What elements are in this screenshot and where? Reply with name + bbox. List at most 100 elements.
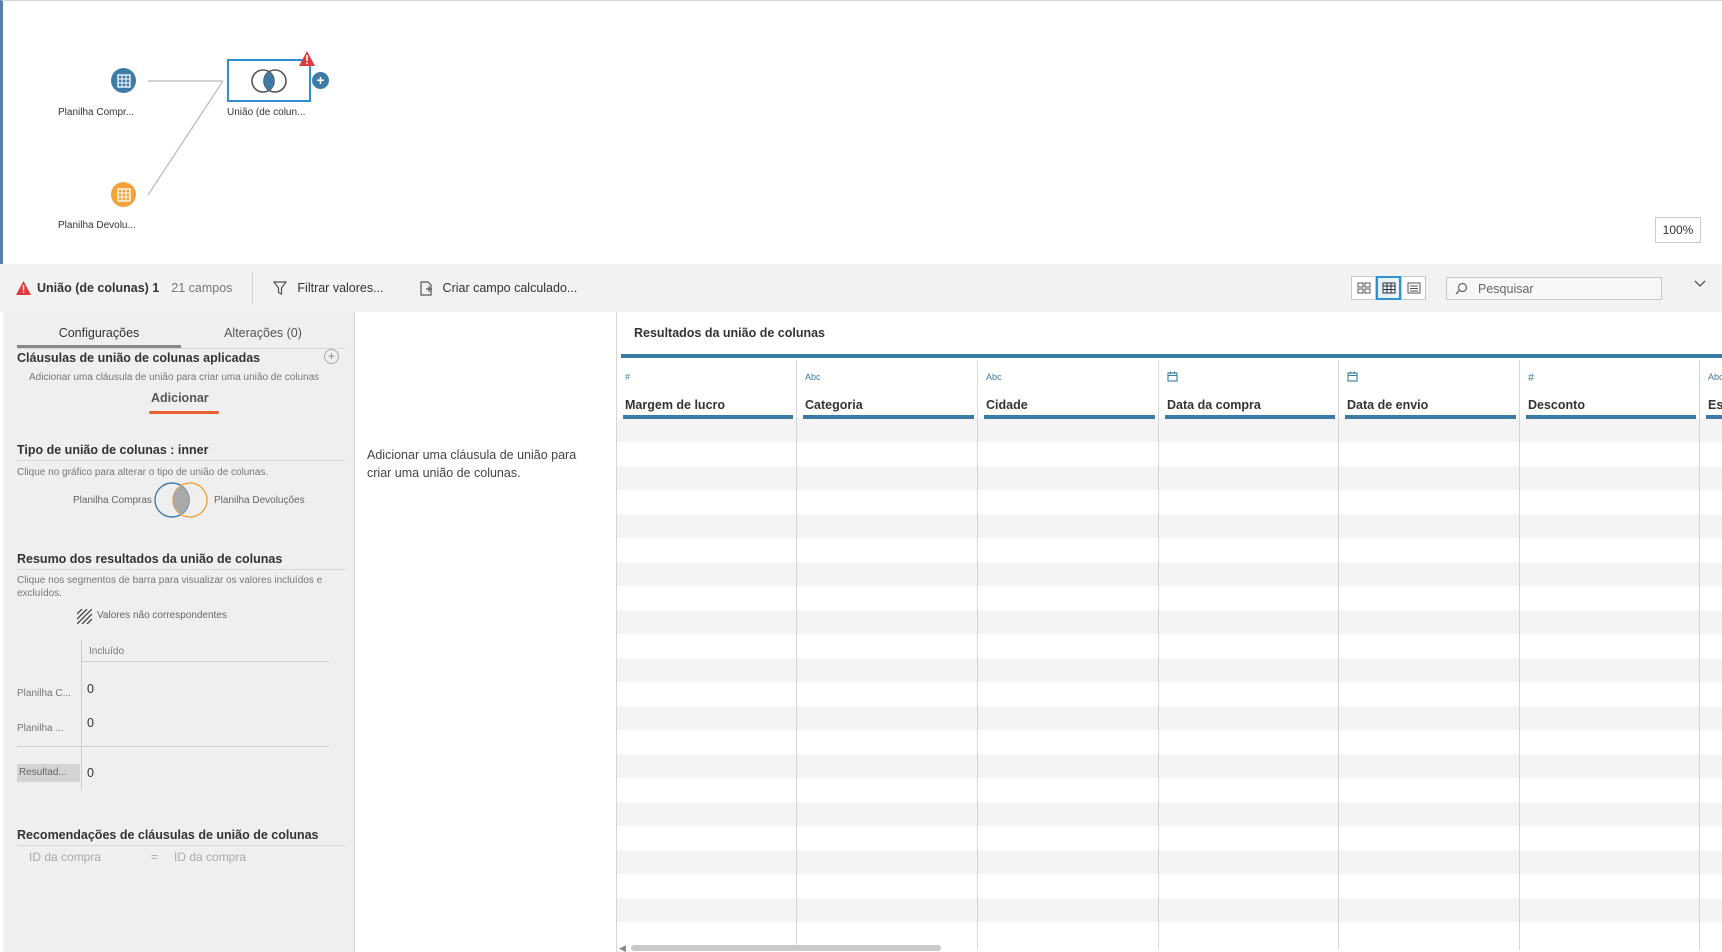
filter-values-label: Filtrar valores... — [297, 281, 384, 295]
join-venn-icon — [251, 68, 287, 93]
step-title[interactable]: União (de colunas) 1 — [37, 281, 159, 295]
unmatched-legend-label: Valores não correspondentes — [97, 610, 227, 621]
input-node-compras[interactable] — [111, 68, 136, 93]
tabs-divider — [17, 348, 345, 349]
zoom-level[interactable]: 100% — [1655, 217, 1701, 243]
column-bar[interactable] — [1526, 415, 1696, 419]
included-header: Incluído — [89, 646, 125, 657]
join-type-title: Tipo de união de colunas : inner — [17, 443, 209, 457]
toolbar-divider — [252, 272, 254, 304]
join-type-divider — [17, 460, 345, 461]
column-data-de-envio[interactable]: Data de envio — [1339, 360, 1520, 950]
view-profile-button[interactable] — [1351, 276, 1376, 300]
column-header[interactable]: Est — [1708, 398, 1722, 412]
chevron-down-icon[interactable] — [1694, 280, 1706, 288]
column-cidade[interactable]: Abc Cidade — [978, 360, 1159, 950]
number-type-icon: # — [1528, 372, 1535, 384]
column-bar[interactable] — [1345, 415, 1516, 419]
column-header[interactable]: Data da compra — [1167, 398, 1261, 412]
flow-canvas[interactable]: Planilha Compr... Planilha Devolu... + U… — [0, 0, 1722, 264]
step-title-group: União (de colunas) 1 — [16, 281, 159, 295]
column-data-da-compra[interactable]: Data da compra — [1159, 360, 1339, 950]
number-type-icon: # — [625, 372, 631, 382]
string-type-icon: Abc — [986, 372, 1002, 382]
list-view-icon — [1407, 282, 1420, 294]
result-row-label: Resultad... — [17, 764, 80, 782]
filter-values-button[interactable]: Filtrar valores... — [273, 280, 384, 296]
recommendation-right-field[interactable]: ID da compra — [174, 850, 246, 864]
column-est[interactable]: Abc Est — [1700, 360, 1722, 950]
join-type-hint: Clique no gráfico para alterar o tipo de… — [17, 467, 269, 478]
add-clause-link[interactable]: Adicionar — [151, 391, 209, 405]
summary-hint: Clique nos segmentos de barra para visua… — [17, 575, 323, 599]
search-input[interactable]: Pesquisar — [1446, 277, 1662, 300]
summary-title: Resumo dos resultados da união de coluna… — [17, 552, 283, 566]
view-table-button[interactable] — [1376, 276, 1401, 300]
summary-row-value[interactable]: 0 — [87, 682, 94, 696]
horizontal-scrollbar[interactable] — [631, 945, 941, 951]
warning-icon — [299, 51, 315, 66]
recommendations-title: Recomendações de cláusulas de união de c… — [17, 828, 319, 842]
summary-grid-axis — [81, 640, 82, 790]
column-bar[interactable] — [803, 415, 974, 419]
settings-tabs: Configurações Alterações (0) — [17, 318, 345, 348]
venn-left-label: Planilha Compras — [73, 495, 152, 506]
column-header[interactable]: Cidade — [986, 398, 1028, 412]
join-node-label[interactable]: União (de colun... — [227, 107, 305, 118]
column-bar[interactable] — [1706, 415, 1722, 419]
summary-row-value[interactable]: 0 — [87, 716, 94, 730]
column-bar[interactable] — [623, 415, 793, 419]
create-calculated-field-button[interactable]: Criar campo calculado... — [419, 280, 578, 296]
create-calculated-field-label: Criar campo calculado... — [442, 281, 578, 295]
column-categoria[interactable]: Abc Categoria — [797, 360, 978, 950]
add-clause-underline — [149, 411, 219, 414]
input-node-devolucoes[interactable] — [111, 182, 136, 207]
table-icon — [116, 73, 131, 88]
profile-view-icon — [1357, 282, 1370, 294]
column-header[interactable]: Data de envio — [1347, 398, 1428, 412]
search-icon — [1455, 282, 1468, 295]
summary-grid-header-line — [81, 661, 329, 662]
calendar-icon — [1167, 371, 1178, 382]
tab-configuracoes[interactable]: Configurações — [17, 318, 181, 348]
column-header[interactable]: Margem de lucro — [625, 398, 725, 412]
string-type-icon: Abc — [1708, 372, 1722, 382]
warning-icon — [16, 281, 31, 295]
table-view-icon — [1382, 282, 1395, 294]
column-desconto[interactable]: # Desconto — [1520, 360, 1700, 950]
input-node-compras-label[interactable]: Planilha Compr... — [58, 107, 134, 118]
venn-right-label: Planilha Devoluções — [214, 495, 305, 506]
column-bar[interactable] — [984, 415, 1155, 419]
add-clause-button[interactable]: + — [324, 349, 339, 364]
recommendation-operator: = — [151, 850, 159, 864]
recommendation-left-field[interactable]: ID da compra — [29, 850, 101, 864]
results-summary-bar[interactable] — [621, 354, 1722, 358]
column-header[interactable]: Desconto — [1528, 398, 1585, 412]
summary-grid-separator — [17, 746, 329, 747]
step-toolbar: União (de colunas) 1 21 campos Filtrar v… — [0, 264, 1722, 312]
column-bar[interactable] — [1165, 415, 1335, 419]
results-title: Resultados da união de colunas — [634, 326, 826, 340]
input-node-devolucoes-label[interactable]: Planilha Devolu... — [58, 220, 136, 231]
join-type-venn-diagram[interactable] — [152, 481, 210, 519]
tab-alteracoes[interactable]: Alterações (0) — [181, 318, 345, 348]
view-list-button[interactable] — [1401, 276, 1426, 300]
summary-row-label: Planilha ... — [17, 723, 64, 734]
calendar-icon — [1347, 371, 1358, 382]
calculated-field-icon — [419, 280, 432, 296]
clauses-hint: Adicionar uma cláusula de união para cri… — [29, 372, 320, 383]
clauses-title: Cláusulas de união de colunas aplicadas — [17, 351, 261, 365]
summary-divider — [17, 569, 345, 570]
recommendations-divider — [17, 845, 345, 846]
field-count: 21 campos — [171, 281, 233, 295]
column-margem-de-lucro[interactable]: # Margem de lucro — [617, 360, 797, 950]
column-header[interactable]: Categoria — [805, 398, 863, 412]
hatch-pattern-icon — [77, 609, 92, 624]
string-type-icon: Abc — [805, 372, 821, 382]
empty-join-message: Adicionar uma cláusula de união para cri… — [367, 448, 577, 480]
scroll-left-arrow[interactable]: ◀ — [619, 943, 626, 952]
join-results-panel: Resultados da união de colunas # Margem … — [616, 312, 1722, 952]
result-row-value[interactable]: 0 — [87, 766, 94, 780]
table-icon — [116, 187, 131, 202]
add-step-button[interactable]: + — [312, 72, 329, 89]
